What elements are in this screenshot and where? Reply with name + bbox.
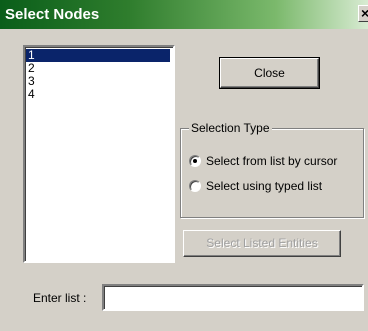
enter-list-label: Enter list :: [33, 291, 87, 305]
close-button[interactable]: Close: [219, 57, 320, 89]
list-item[interactable]: 3: [26, 75, 170, 88]
title-bar[interactable]: Select Nodes ×: [0, 0, 368, 29]
list-item[interactable]: 1: [26, 49, 170, 62]
radio-button-unchecked[interactable]: [189, 180, 201, 192]
enter-list-input[interactable]: [102, 284, 364, 311]
list-item[interactable]: 2: [26, 62, 170, 75]
radio-dot-icon: [193, 159, 197, 163]
list-item[interactable]: 4: [26, 88, 170, 101]
window-title: Select Nodes: [5, 6, 100, 23]
radio-label-select-typed-list: Select using typed list: [206, 179, 323, 193]
select-listed-entities-button[interactable]: Select Listed Entities: [183, 230, 341, 257]
window-close-icon[interactable]: ×: [358, 5, 368, 22]
radio-label-select-by-cursor: Select from list by cursor: [206, 154, 338, 168]
selection-type-legend: Selection Type: [189, 121, 272, 135]
node-listbox[interactable]: 1 2 3 4: [23, 45, 175, 263]
selection-type-group: Selection Type Select from list by curso…: [180, 121, 364, 218]
select-nodes-dialog: Select Nodes × 1 2 3 4 Close Selection T…: [0, 0, 368, 331]
radio-button-checked[interactable]: [189, 155, 201, 167]
